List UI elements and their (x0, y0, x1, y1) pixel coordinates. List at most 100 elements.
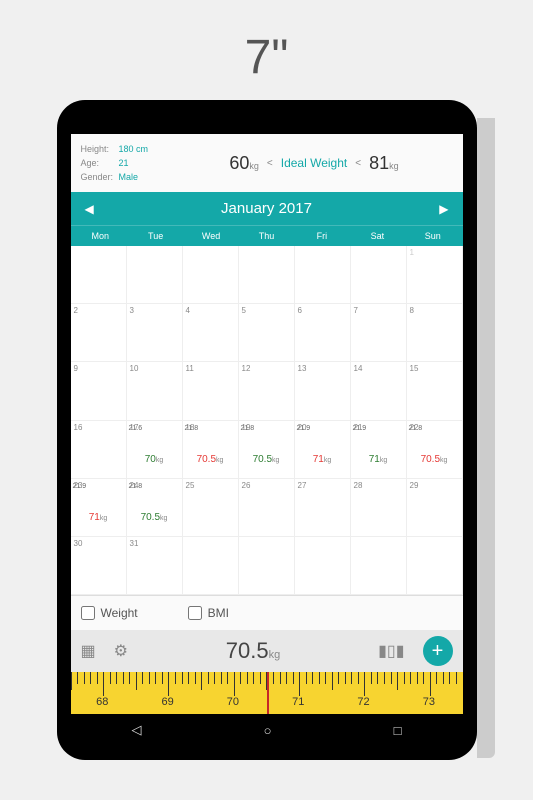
back-button[interactable]: ◁ (132, 722, 142, 738)
weight-toggle[interactable]: Weight (81, 606, 138, 620)
calendar-cell[interactable]: 5 (239, 304, 295, 362)
calendar-cell[interactable]: 11 (183, 362, 239, 420)
calendar-cell[interactable]: 16 (71, 421, 127, 479)
calendar-cell[interactable]: 23 21.971kg (71, 479, 127, 537)
weekday: Tue (128, 231, 183, 241)
calendar-cell[interactable] (351, 537, 407, 595)
calendar-cell[interactable]: 7 (351, 304, 407, 362)
calendar-cell[interactable]: 24 21.870.5kg (127, 479, 183, 537)
day-number: 5 (242, 306, 246, 315)
home-button[interactable]: ○ (264, 723, 272, 738)
calendar-cell[interactable]: 30 (71, 537, 127, 595)
calendar-cell[interactable] (407, 537, 463, 595)
day-number: 24 (130, 481, 139, 490)
calendar-cell[interactable]: 15 (407, 362, 463, 420)
day-number: 30 (74, 539, 83, 548)
shadow (477, 118, 495, 758)
weight-value: 70.5kg (185, 454, 236, 465)
range-low: 60 (229, 153, 249, 173)
calendar-cell[interactable] (351, 246, 407, 304)
calendar-cell[interactable]: 27 (295, 479, 351, 537)
day-number: 13 (298, 364, 307, 373)
day-number: 14 (354, 364, 363, 373)
calendar-cell[interactable]: 3 (127, 304, 183, 362)
month-label: January 2017 (94, 200, 440, 217)
calendar-cell[interactable]: 28 (351, 479, 407, 537)
grid-icon[interactable]: ▦ (81, 641, 96, 661)
weight-value: 71kg (73, 512, 124, 523)
day-number: 1 (410, 248, 414, 257)
calendar-cell[interactable] (295, 537, 351, 595)
gear-icon[interactable]: ⚙ (114, 641, 128, 661)
weight-checkbox[interactable] (81, 606, 95, 620)
calendar-cell[interactable] (295, 246, 351, 304)
ruler-label: 72 (357, 696, 369, 708)
range-high: 81 (369, 153, 389, 173)
height-value[interactable]: 180 cm (119, 144, 149, 154)
ideal-weight-label: Ideal Weight (281, 156, 348, 170)
calendar-cell[interactable]: 17 21.670kg (127, 421, 183, 479)
bmi-toggle[interactable]: BMI (188, 606, 229, 620)
weight-value: 71kg (353, 454, 404, 465)
day-number: 22 (410, 423, 419, 432)
tablet-frame: Height:180 cm Age:21 Gender:Male 60kg < … (57, 100, 477, 760)
calendar-cell[interactable]: 13 (295, 362, 351, 420)
calendar-cell[interactable]: 12 (239, 362, 295, 420)
calendar-cell[interactable]: 8 (407, 304, 463, 362)
day-number: 7 (354, 306, 358, 315)
ruler-label: 71 (292, 696, 304, 708)
weekday-header: MonTueWedThuFriSatSun (71, 225, 463, 246)
calendar-cell[interactable] (239, 246, 295, 304)
day-number: 26 (242, 481, 251, 490)
ruler-label: 69 (161, 696, 173, 708)
calendar-cell[interactable]: 1 (407, 246, 463, 304)
user-stats: Height:180 cm Age:21 Gender:Male (81, 142, 176, 184)
day-number: 25 (186, 481, 195, 490)
weekday: Mon (73, 231, 128, 241)
day-number: 20 (298, 423, 307, 432)
page-title: 7" (0, 0, 533, 100)
calendar-cell[interactable]: 18 21.870.5kg (183, 421, 239, 479)
calendar-cell[interactable]: 25 (183, 479, 239, 537)
age-value[interactable]: 21 (119, 158, 129, 168)
calendar-cell[interactable]: 21 21.971kg (351, 421, 407, 479)
day-number: 6 (298, 306, 302, 315)
gender-value[interactable]: Male (119, 172, 139, 182)
height-label: Height: (81, 142, 119, 156)
calendar-cell[interactable] (239, 537, 295, 595)
calendar-cell[interactable]: 19 21.870.5kg (239, 421, 295, 479)
screen: Height:180 cm Age:21 Gender:Male 60kg < … (71, 134, 463, 746)
calendar-cell[interactable]: 6 (295, 304, 351, 362)
weight-value: 70kg (129, 454, 180, 465)
ruler-label: 73 (423, 696, 435, 708)
calendar-cell[interactable] (183, 537, 239, 595)
add-button[interactable]: + (423, 636, 453, 666)
calendar-cell[interactable]: 26 (239, 479, 295, 537)
calendar-cell[interactable]: 31 (127, 537, 183, 595)
bmi-checkbox[interactable] (188, 606, 202, 620)
day-number: 11 (186, 364, 194, 373)
weekday: Sun (405, 231, 460, 241)
calendar-cell[interactable]: 4 (183, 304, 239, 362)
calendar-cell[interactable] (71, 246, 127, 304)
month-bar: ◀ January 2017 ▶ (71, 192, 463, 225)
next-month-button[interactable]: ▶ (439, 202, 448, 216)
weight-ruler[interactable]: 686970717273 (71, 672, 463, 714)
calendar-cell[interactable]: 14 (351, 362, 407, 420)
day-number: 17 (130, 423, 139, 432)
calendar-cell[interactable]: 29 (407, 479, 463, 537)
weight-value: 71kg (297, 454, 348, 465)
chart-icon[interactable]: ▮▯▮ (378, 641, 404, 661)
prev-month-button[interactable]: ◀ (85, 202, 94, 216)
calendar-cell[interactable] (183, 246, 239, 304)
calendar-cell[interactable]: 9 (71, 362, 127, 420)
calendar-cell[interactable]: 20 21.971kg (295, 421, 351, 479)
calendar-cell[interactable]: 10 (127, 362, 183, 420)
calendar-cell[interactable]: 22 21.870.5kg (407, 421, 463, 479)
calendar-cell[interactable] (127, 246, 183, 304)
recent-button[interactable]: □ (394, 723, 402, 738)
calendar-cell[interactable]: 2 (71, 304, 127, 362)
day-number: 31 (130, 539, 139, 548)
gender-label: Gender: (81, 170, 119, 184)
ruler-label: 68 (96, 696, 108, 708)
